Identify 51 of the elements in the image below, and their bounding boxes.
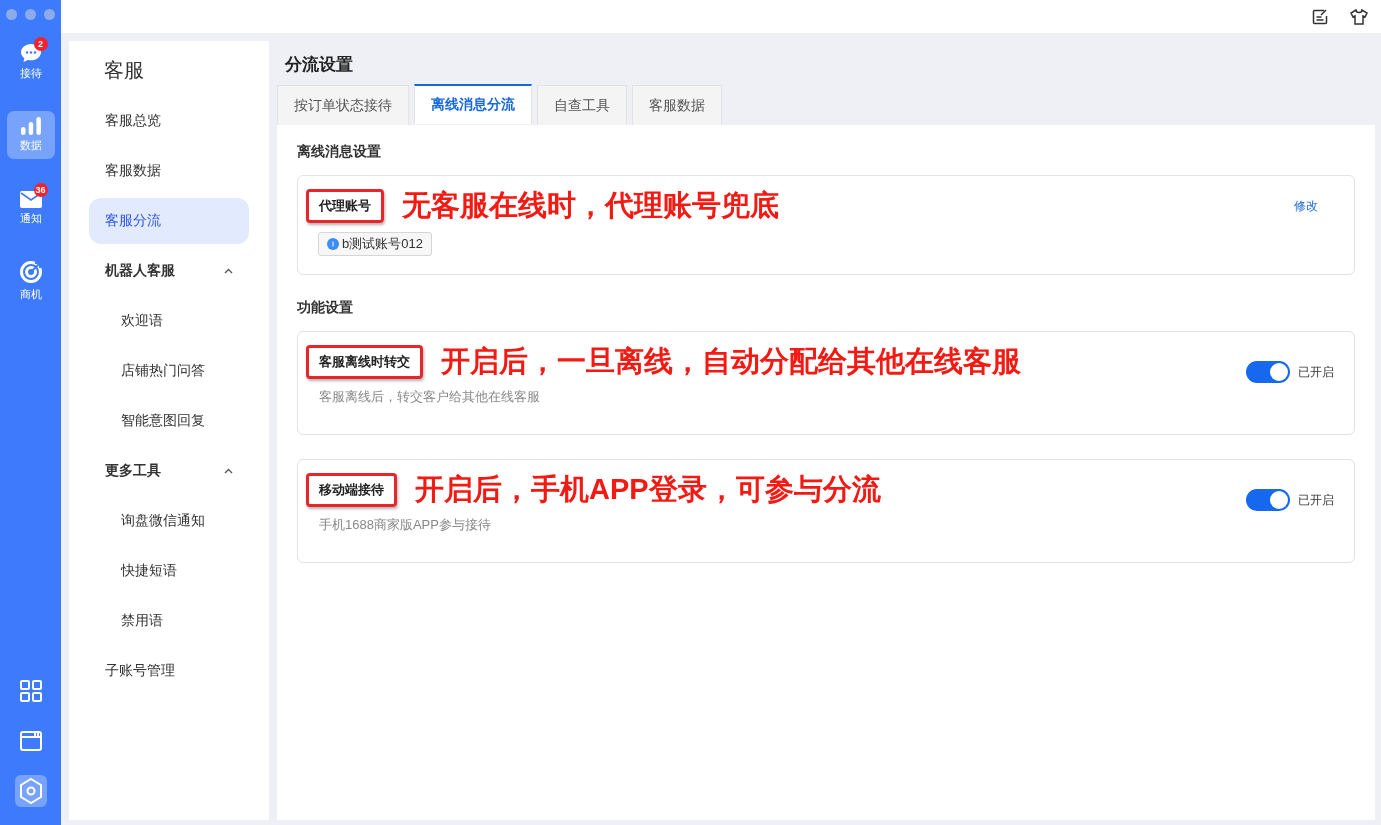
setting-description: 手机1688商家版APP参与接待 — [318, 516, 492, 534]
page-title: 分流设置 — [284, 54, 354, 76]
grid-icon — [19, 680, 42, 702]
nav-item[interactable]: 店铺热门问答 — [89, 348, 249, 394]
section-title: 离线消息设置 — [297, 143, 382, 161]
hexagon-icon — [18, 778, 43, 804]
section-title: 功能设置 — [297, 299, 354, 317]
edit-link[interactable]: 修改 — [1294, 197, 1318, 215]
toggle-switch[interactable] — [1246, 489, 1290, 511]
setting-description: 客服离线后，转交客户给其他在线客服 — [318, 388, 541, 406]
rail-item[interactable]: 接待 2 — [6, 38, 55, 86]
count-badge: 36 — [33, 183, 48, 197]
window-icon — [19, 731, 42, 751]
chat-bubble-icon — [19, 43, 42, 63]
nav-item[interactable]: 快捷短语 — [89, 548, 249, 594]
switch-status: 已开启 — [1298, 363, 1334, 381]
setting-label: 代理账号 — [306, 189, 384, 223]
rail-item[interactable]: 通知 36 — [6, 184, 55, 232]
nav-item[interactable]: 子账号管理 — [89, 648, 249, 694]
tab[interactable]: 离线消息分流 — [414, 84, 532, 124]
nav-item[interactable]: 询盘微信通知 — [89, 498, 249, 544]
note-edit-icon[interactable] — [1312, 8, 1328, 25]
caret-icon — [224, 468, 233, 474]
annotation-text: 开启后，手机APP登录，可参与分流 — [415, 472, 881, 507]
shirt-icon[interactable] — [1350, 8, 1368, 25]
setting-label: 客服离线时转交 — [306, 345, 423, 379]
account-icon — [327, 238, 339, 250]
nav-item[interactable]: 客服数据 — [89, 148, 249, 194]
switch-status: 已开启 — [1298, 491, 1334, 509]
bar-chart-icon — [19, 117, 42, 135]
rail-item[interactable]: 商机 — [6, 257, 55, 305]
tab[interactable]: 客服数据 — [632, 85, 722, 125]
tab[interactable]: 自查工具 — [537, 85, 627, 125]
account-tag: b测试账号012 — [318, 232, 432, 256]
annotation-text: 开启后，一旦离线，自动分配给其他在线客服 — [441, 344, 1021, 379]
nav-item[interactable]: 机器人客服 — [89, 248, 249, 294]
caret-icon — [224, 268, 233, 274]
nav-item[interactable]: 客服分流 — [89, 198, 249, 244]
nav-item[interactable]: 智能意图回复 — [89, 398, 249, 444]
count-badge: 2 — [33, 37, 48, 51]
rail-button[interactable] — [14, 775, 47, 807]
annotation-text: 无客服在线时，代理账号兜底 — [402, 188, 779, 223]
tab[interactable]: 按订单状态接待 — [277, 85, 409, 125]
nav-item[interactable]: 更多工具 — [89, 448, 249, 494]
setting-label: 移动端接待 — [306, 473, 397, 507]
toggle-switch[interactable] — [1246, 361, 1290, 383]
nav-item[interactable]: 客服总览 — [89, 98, 249, 144]
target-icon — [18, 260, 43, 284]
nav-item[interactable]: 欢迎语 — [89, 298, 249, 344]
nav-item[interactable]: 禁用语 — [89, 598, 249, 644]
nav-title: 客服 — [103, 58, 145, 83]
